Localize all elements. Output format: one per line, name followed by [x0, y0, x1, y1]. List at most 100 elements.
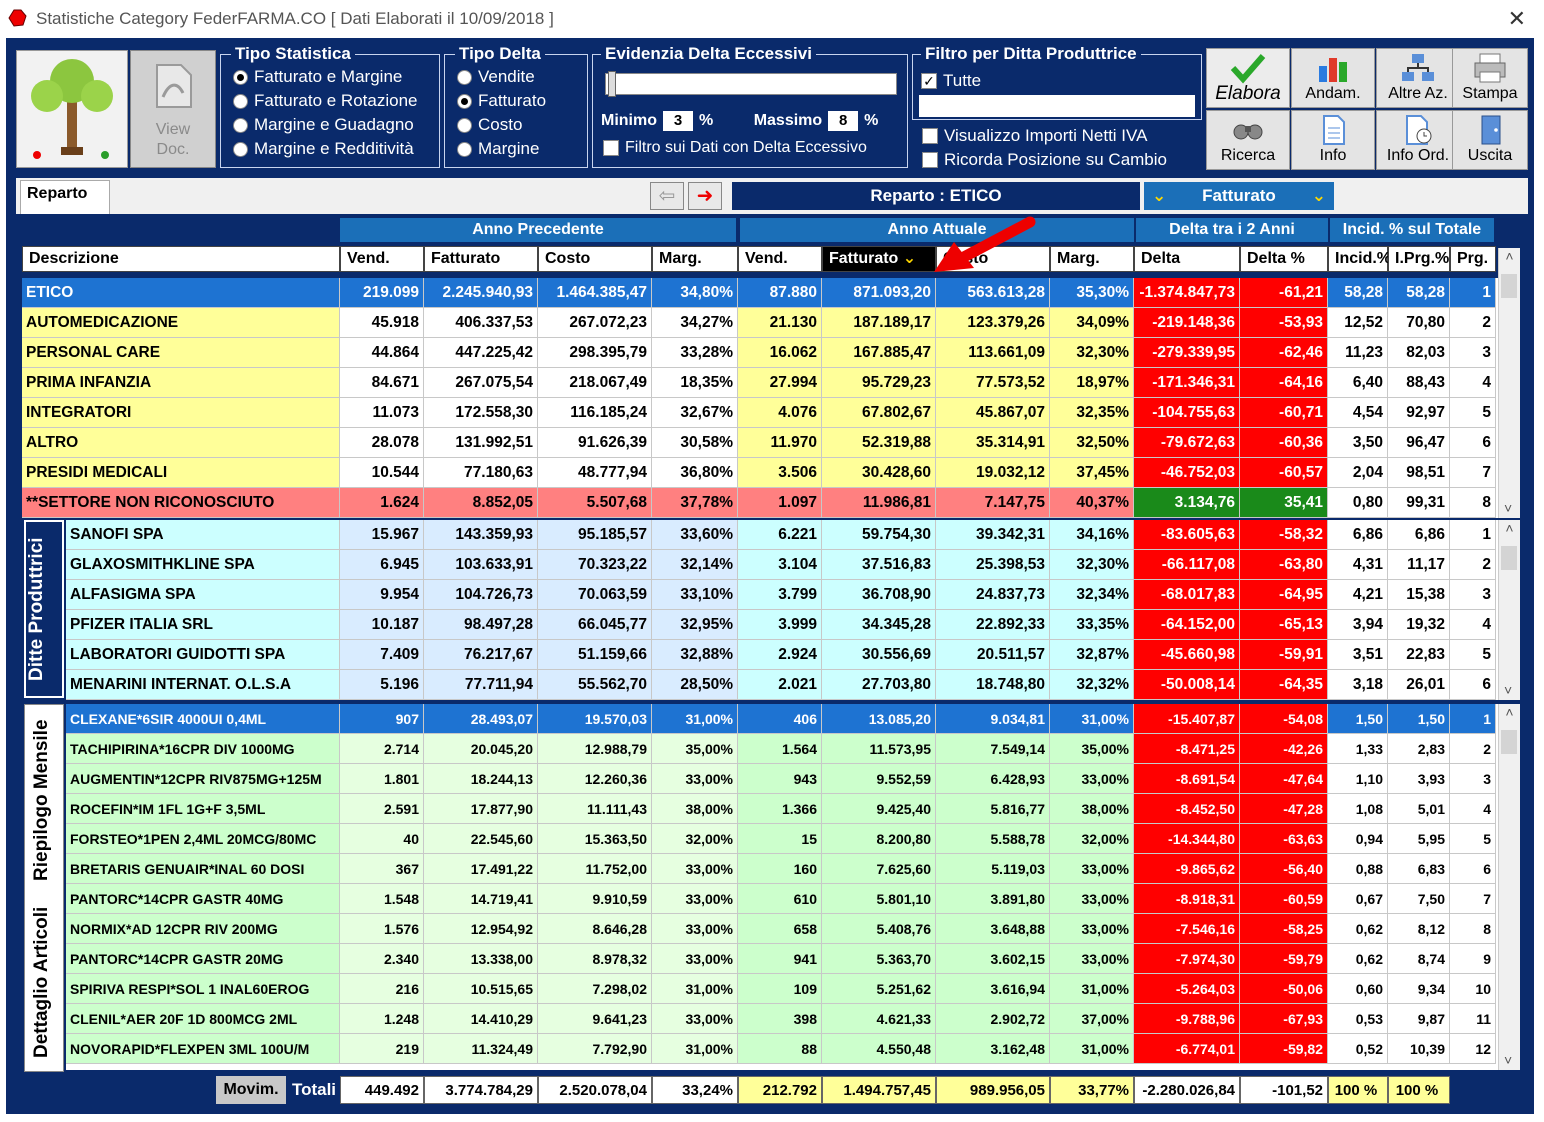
ditta-row[interactable]: LABORATORI GUIDOTTI SPA 7.409 76.217,67 51.…: [66, 640, 1498, 670]
column-header[interactable]: Costo: [538, 246, 652, 272]
column-header[interactable]: Vend.: [738, 246, 822, 272]
scroll-up-icon[interactable]: ˄: [1505, 520, 1513, 536]
ditta-row[interactable]: GLAXOSMITHKLINE SPA 6.945 103.633,91 70.323…: [66, 550, 1498, 580]
articolo-row[interactable]: NOVORAPID*FLEXPEN 3ML 100U/M 219 11.324,49…: [66, 1034, 1498, 1064]
filtro-delta-checkbox[interactable]: Filtro sui Dati con Delta Eccessivo: [603, 139, 867, 157]
ricorda-posizione-checkbox[interactable]: Ricorda Posizione su Cambio: [922, 150, 1167, 170]
reparto-row[interactable]: PRIMA INFANZIA 84.671 267.075,54 218.067,49…: [22, 368, 1520, 398]
fatturato-selector[interactable]: ⌄ Fatturato ⌄: [1144, 182, 1334, 210]
view-doc-button[interactable]: View Doc.: [130, 50, 216, 168]
reparto-row[interactable]: PRESIDI MEDICALI 10.544 77.180,63 48.777,94…: [22, 458, 1520, 488]
articolo-row[interactable]: SPIRIVA RESPI*SOL 1 INAL60EROG 216 10.515,…: [66, 974, 1498, 1004]
scroll-thumb[interactable]: [1501, 546, 1517, 570]
table-cell: -65,13: [1240, 610, 1328, 640]
articolo-row[interactable]: TACHIPIRINA*16CPR DIV 1000MG 2.714 20.045,…: [66, 734, 1498, 764]
scroll-up-icon[interactable]: ˄: [1505, 248, 1513, 264]
table-cell: 116.185,24: [538, 398, 652, 428]
ditta-row[interactable]: PFIZER ITALIA SRL 10.187 98.497,28 66.045,7…: [66, 610, 1498, 640]
radio-fatturato-margine[interactable]: Fatturato e Margine: [233, 67, 402, 87]
radio-fatturato-rotazione[interactable]: Fatturato e Rotazione: [233, 91, 417, 111]
reparto-row[interactable]: PERSONAL CARE 44.864 447.225,42 298.395,79 3…: [22, 338, 1520, 368]
table-cell: -63,63: [1240, 824, 1328, 854]
delta-slider[interactable]: [605, 71, 897, 97]
ditta-row[interactable]: SANOFI SPA 15.967 143.359,93 95.185,57 33,60…: [66, 520, 1498, 550]
scroll-up-icon[interactable]: ˄: [1505, 704, 1513, 720]
visualizzo-iva-checkbox[interactable]: Visualizzo Importi Netti IVA: [922, 126, 1147, 146]
reparto-row[interactable]: ALTRO 28.078 131.992,51 91.626,39 30,58% 11.9…: [22, 428, 1520, 458]
scroll-thumb[interactable]: [1501, 274, 1517, 298]
articolo-row[interactable]: CLEXANE*6SIR 4000UI 0,4ML 907 28.493,07 19.…: [66, 704, 1498, 734]
minimo-input[interactable]: 3: [663, 111, 693, 131]
info-button[interactable]: Info: [1291, 110, 1375, 170]
reparto-row[interactable]: INTEGRATORI 11.073 172.558,30 116.185,24 32,…: [22, 398, 1520, 428]
radio-margine-redditivita[interactable]: Margine e Redditività: [233, 139, 414, 159]
articolo-row[interactable]: CLENIL*AER 20F 1D 800MCG 2ML 1.248 14.410,…: [66, 1004, 1498, 1034]
column-header[interactable]: Vend.: [340, 246, 424, 272]
close-button[interactable]: ✕: [1508, 6, 1526, 32]
uscita-button[interactable]: Uscita: [1452, 110, 1528, 170]
table-cell: 0,52: [1328, 1034, 1388, 1064]
reparto-row[interactable]: **SETTORE NON RICONOSCIUTO 1.624 8.852,05 5…: [22, 488, 1520, 518]
radio-margine-guadagno[interactable]: Margine e Guadagno: [233, 115, 414, 135]
table-cell: 37,45%: [1050, 458, 1134, 488]
next-reparto-button[interactable]: ➜: [688, 182, 722, 210]
articolo-row[interactable]: FORSTEO*1PEN 2,4ML 20MCG/80MC 40 22.545,60…: [66, 824, 1498, 854]
column-header[interactable]: Prg.: [1450, 246, 1496, 272]
scroll-thumb[interactable]: [1501, 730, 1517, 754]
column-header[interactable]: Fatturato: [424, 246, 538, 272]
movimenti-button[interactable]: Movim.: [216, 1076, 286, 1104]
radio-vendite[interactable]: Vendite: [457, 67, 535, 87]
slider-thumb[interactable]: [608, 71, 616, 97]
andamento-button[interactable]: Andam.: [1291, 48, 1375, 108]
scroll-down-icon[interactable]: ˅: [1504, 500, 1512, 516]
altre-azioni-button[interactable]: Altre Az.: [1376, 48, 1460, 108]
column-header[interactable]: Delta: [1134, 246, 1240, 272]
table-cell: 5,95: [1388, 824, 1450, 854]
articolo-row[interactable]: AUGMENTIN*12CPR RIV875MG+125M 1.801 18.244…: [66, 764, 1498, 794]
column-header[interactable]: Delta %: [1240, 246, 1328, 272]
exit-door-icon: [1481, 115, 1501, 145]
stampa-button[interactable]: Stampa: [1452, 48, 1528, 108]
ditta-row[interactable]: ALFASIGMA SPA 9.954 104.726,73 70.063,59 33,…: [66, 580, 1498, 610]
radio-fatturato[interactable]: Fatturato: [457, 91, 546, 111]
table-cell: 12.260,36: [538, 764, 652, 794]
prev-reparto-button[interactable]: ⇦: [650, 182, 684, 210]
tutte-checkbox[interactable]: ✓ Tutte: [921, 71, 981, 91]
column-header[interactable]: Marg.: [652, 246, 738, 272]
scroll-down-icon[interactable]: ˅: [1504, 682, 1512, 698]
riepilogo-mensile-tab[interactable]: Riepilogo Mensile: [31, 715, 53, 885]
ricerca-button[interactable]: Ricerca: [1206, 110, 1290, 170]
radio-on-icon: [457, 93, 472, 109]
elabora-button[interactable]: Elabora: [1206, 48, 1290, 108]
articolo-row[interactable]: BRETARIS GENUAIR*INAL 60 DOSI 367 17.491,2…: [66, 854, 1498, 884]
info-ordini-button[interactable]: Info Ord.: [1376, 110, 1460, 170]
table-cell: 131.992,51: [424, 428, 538, 458]
articolo-row[interactable]: PANTORC*14CPR GASTR 20MG 2.340 13.338,00 8.…: [66, 944, 1498, 974]
articolo-row[interactable]: PANTORC*14CPR GASTR 40MG 1.548 14.719,41 9.…: [66, 884, 1498, 914]
dettaglio-articoli-tab[interactable]: Dettaglio Articoli: [31, 901, 53, 1063]
table-cell: -50,06: [1240, 974, 1328, 1004]
articolo-row[interactable]: ROCEFIN*IM 1FL 1G+F 3,5ML 2.591 17.877,90 1…: [66, 794, 1498, 824]
ditte-produttrici-tab[interactable]: Ditte Produttrici: [24, 520, 64, 698]
tab-reparto[interactable]: Reparto: [20, 180, 110, 214]
column-header-label: Prg.: [1457, 250, 1489, 267]
scroll-down-icon[interactable]: ˅: [1504, 1052, 1512, 1068]
column-header[interactable]: Marg.: [1050, 246, 1134, 272]
massimo-input[interactable]: 8: [828, 111, 859, 131]
table-cell: 3.134,76: [1134, 488, 1240, 518]
reparti-scrollbar[interactable]: ˄ ˅: [1498, 248, 1520, 518]
reparto-row[interactable]: ETICO 219.099 2.245.940,93 1.464.385,47 34,8…: [22, 278, 1520, 308]
column-header[interactable]: Incid.%: [1328, 246, 1391, 272]
articolo-row[interactable]: NORMIX*AD 12CPR RIV 200MG 1.576 12.954,92 8…: [66, 914, 1498, 944]
reparto-row[interactable]: AUTOMEDICAZIONE 45.918 406.337,53 267.072,2…: [22, 308, 1520, 338]
column-header[interactable]: I.Prg.%: [1388, 246, 1450, 272]
radio-margine[interactable]: Margine: [457, 139, 539, 159]
articoli-scrollbar[interactable]: ˄ ˅: [1498, 704, 1520, 1070]
column-header[interactable]: Descrizione: [22, 246, 340, 272]
column-header[interactable]: Fatturato ⌄: [822, 246, 936, 272]
ditta-input[interactable]: [919, 95, 1195, 117]
ditte-scrollbar[interactable]: ˄ ˅: [1498, 520, 1520, 700]
ditta-row[interactable]: MENARINI INTERNAT. O.L.S.A 5.196 77.711,94…: [66, 670, 1498, 700]
radio-costo[interactable]: Costo: [457, 115, 522, 135]
table-cell: 19.570,03: [538, 704, 652, 734]
